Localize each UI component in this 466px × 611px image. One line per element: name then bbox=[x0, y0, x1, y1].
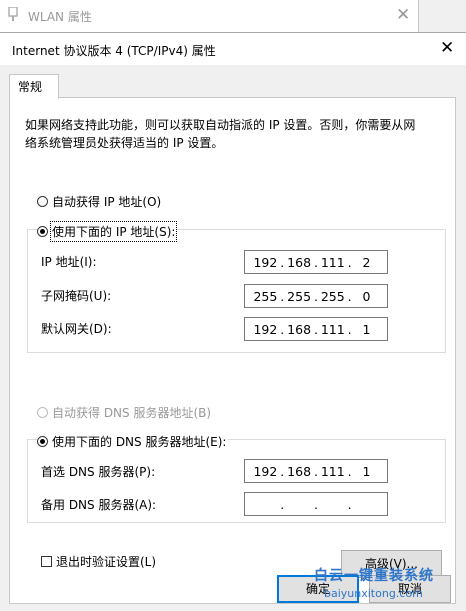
validate-label[interactable]: 退出时验证设置(L) bbox=[56, 553, 156, 570]
adns-dot: . bbox=[347, 496, 352, 512]
gateway-dot: . bbox=[313, 321, 318, 337]
ip-octet-1[interactable]: 192 bbox=[251, 255, 279, 270]
mask-octet-4[interactable]: 0 bbox=[352, 289, 380, 304]
ip-dot: . bbox=[313, 254, 318, 270]
pdns-octet-1[interactable]: 192 bbox=[251, 464, 279, 479]
gateway-octet-3[interactable]: 111 bbox=[319, 322, 347, 337]
watermark-url: baiyunxitong.com bbox=[324, 587, 423, 600]
gateway-octet-2[interactable]: 168 bbox=[285, 322, 313, 337]
watermark: 白云一键重装系统 baiyunxitong.com bbox=[300, 563, 460, 607]
pdns-octet-4[interactable]: 1 bbox=[352, 464, 380, 479]
close-icon[interactable]: ✕ bbox=[440, 38, 454, 58]
background-close-icon[interactable]: ✕ bbox=[396, 5, 410, 25]
gateway-dot: . bbox=[280, 321, 285, 337]
intro-line-1: 如果网络支持此功能，则可以获取自动指派的 IP 设置。否则，你需要从网 bbox=[25, 118, 416, 132]
default-gateway-label: 默认网关(D): bbox=[41, 322, 112, 336]
dialog-title: Internet 协议版本 4 (TCP/IPv4) 属性 bbox=[12, 44, 216, 58]
ip-octet-2[interactable]: 168 bbox=[285, 255, 313, 270]
preferred-dns-label: 首选 DNS 服务器(P): bbox=[41, 465, 156, 479]
preferred-dns-input[interactable]: 192. 168. 111. 1 bbox=[244, 459, 388, 483]
auto-dns-radio bbox=[37, 407, 48, 418]
mask-octet-2[interactable]: 255 bbox=[285, 289, 313, 304]
background-titlebar: WLAN 属性 ✕ bbox=[0, 0, 418, 32]
mask-dot: . bbox=[280, 288, 285, 304]
alternate-dns-label: 备用 DNS 服务器(A): bbox=[41, 498, 157, 512]
network-adapter-icon bbox=[8, 7, 18, 21]
ipv4-properties-dialog: Internet 协议版本 4 (TCP/IPv4) 属性 ✕ 常规 如果网络支… bbox=[0, 32, 466, 611]
alternate-dns-input[interactable]: . . . bbox=[244, 492, 388, 516]
ip-octet-3[interactable]: 111 bbox=[319, 255, 347, 270]
dialog-titlebar: Internet 协议版本 4 (TCP/IPv4) 属性 ✕ bbox=[0, 33, 466, 65]
auto-dns-radio-row: 自动获得 DNS 服务器地址(B) bbox=[37, 404, 211, 421]
ip-address-input[interactable]: 192. 168. 111. 2 bbox=[244, 250, 388, 274]
ip-dot: . bbox=[347, 254, 352, 270]
background-window-title: WLAN 属性 bbox=[28, 10, 92, 24]
manual-ip-radio-row[interactable]: 使用下面的 IP 地址(S): bbox=[37, 221, 178, 242]
manual-dns-radio[interactable] bbox=[37, 436, 48, 447]
pdns-octet-2[interactable]: 168 bbox=[285, 464, 313, 479]
mask-octet-1[interactable]: 255 bbox=[251, 289, 279, 304]
intro-line-2: 络系统管理员处获得适当的 IP 设置。 bbox=[25, 136, 224, 150]
auto-dns-label: 自动获得 DNS 服务器地址(B) bbox=[52, 406, 212, 420]
general-panel: 如果网络支持此功能，则可以获取自动指派的 IP 设置。否则，你需要从网 络系统管… bbox=[9, 97, 456, 604]
manual-ip-radio[interactable] bbox=[37, 226, 48, 237]
pdns-dot: . bbox=[280, 463, 285, 479]
default-gateway-input[interactable]: 192. 168. 111. 1 bbox=[244, 317, 388, 341]
pdns-dot: . bbox=[347, 463, 352, 479]
adns-dot: . bbox=[313, 496, 318, 512]
manual-dns-label[interactable]: 使用下面的 DNS 服务器地址(E): bbox=[52, 433, 226, 450]
tab-general[interactable]: 常规 bbox=[9, 74, 59, 99]
tab-general-label: 常规 bbox=[18, 80, 43, 94]
auto-ip-label[interactable]: 自动获得 IP 地址(O) bbox=[52, 193, 161, 210]
manual-dns-radio-row[interactable]: 使用下面的 DNS 服务器地址(E): bbox=[37, 433, 229, 450]
pdns-octet-3[interactable]: 111 bbox=[319, 464, 347, 479]
validate-checkbox-row[interactable]: 退出时验证设置(L) bbox=[41, 553, 156, 570]
intro-text: 如果网络支持此功能，则可以获取自动指派的 IP 设置。否则，你需要从网 络系统管… bbox=[25, 116, 445, 152]
validate-checkbox[interactable] bbox=[41, 556, 52, 567]
gateway-octet-1[interactable]: 192 bbox=[251, 322, 279, 337]
ip-dot: . bbox=[280, 254, 285, 270]
auto-ip-radio-row[interactable]: 自动获得 IP 地址(O) bbox=[37, 193, 161, 210]
ip-octet-4[interactable]: 2 bbox=[352, 255, 380, 270]
gateway-dot: . bbox=[347, 321, 352, 337]
ip-address-label: IP 地址(I): bbox=[41, 255, 97, 269]
mask-dot: . bbox=[313, 288, 318, 304]
gateway-octet-4[interactable]: 1 bbox=[352, 322, 380, 337]
watermark-text: 白云一键重装系统 bbox=[314, 568, 434, 584]
pdns-dot: . bbox=[313, 463, 318, 479]
mask-dot: . bbox=[347, 288, 352, 304]
subnet-mask-label: 子网掩码(U): bbox=[41, 289, 112, 303]
subnet-mask-input[interactable]: 255. 255. 255. 0 bbox=[244, 284, 388, 308]
mask-octet-3[interactable]: 255 bbox=[319, 289, 347, 304]
manual-ip-label[interactable]: 使用下面的 IP 地址(S): bbox=[49, 221, 178, 242]
adns-dot: . bbox=[280, 496, 285, 512]
auto-ip-radio[interactable] bbox=[37, 196, 48, 207]
